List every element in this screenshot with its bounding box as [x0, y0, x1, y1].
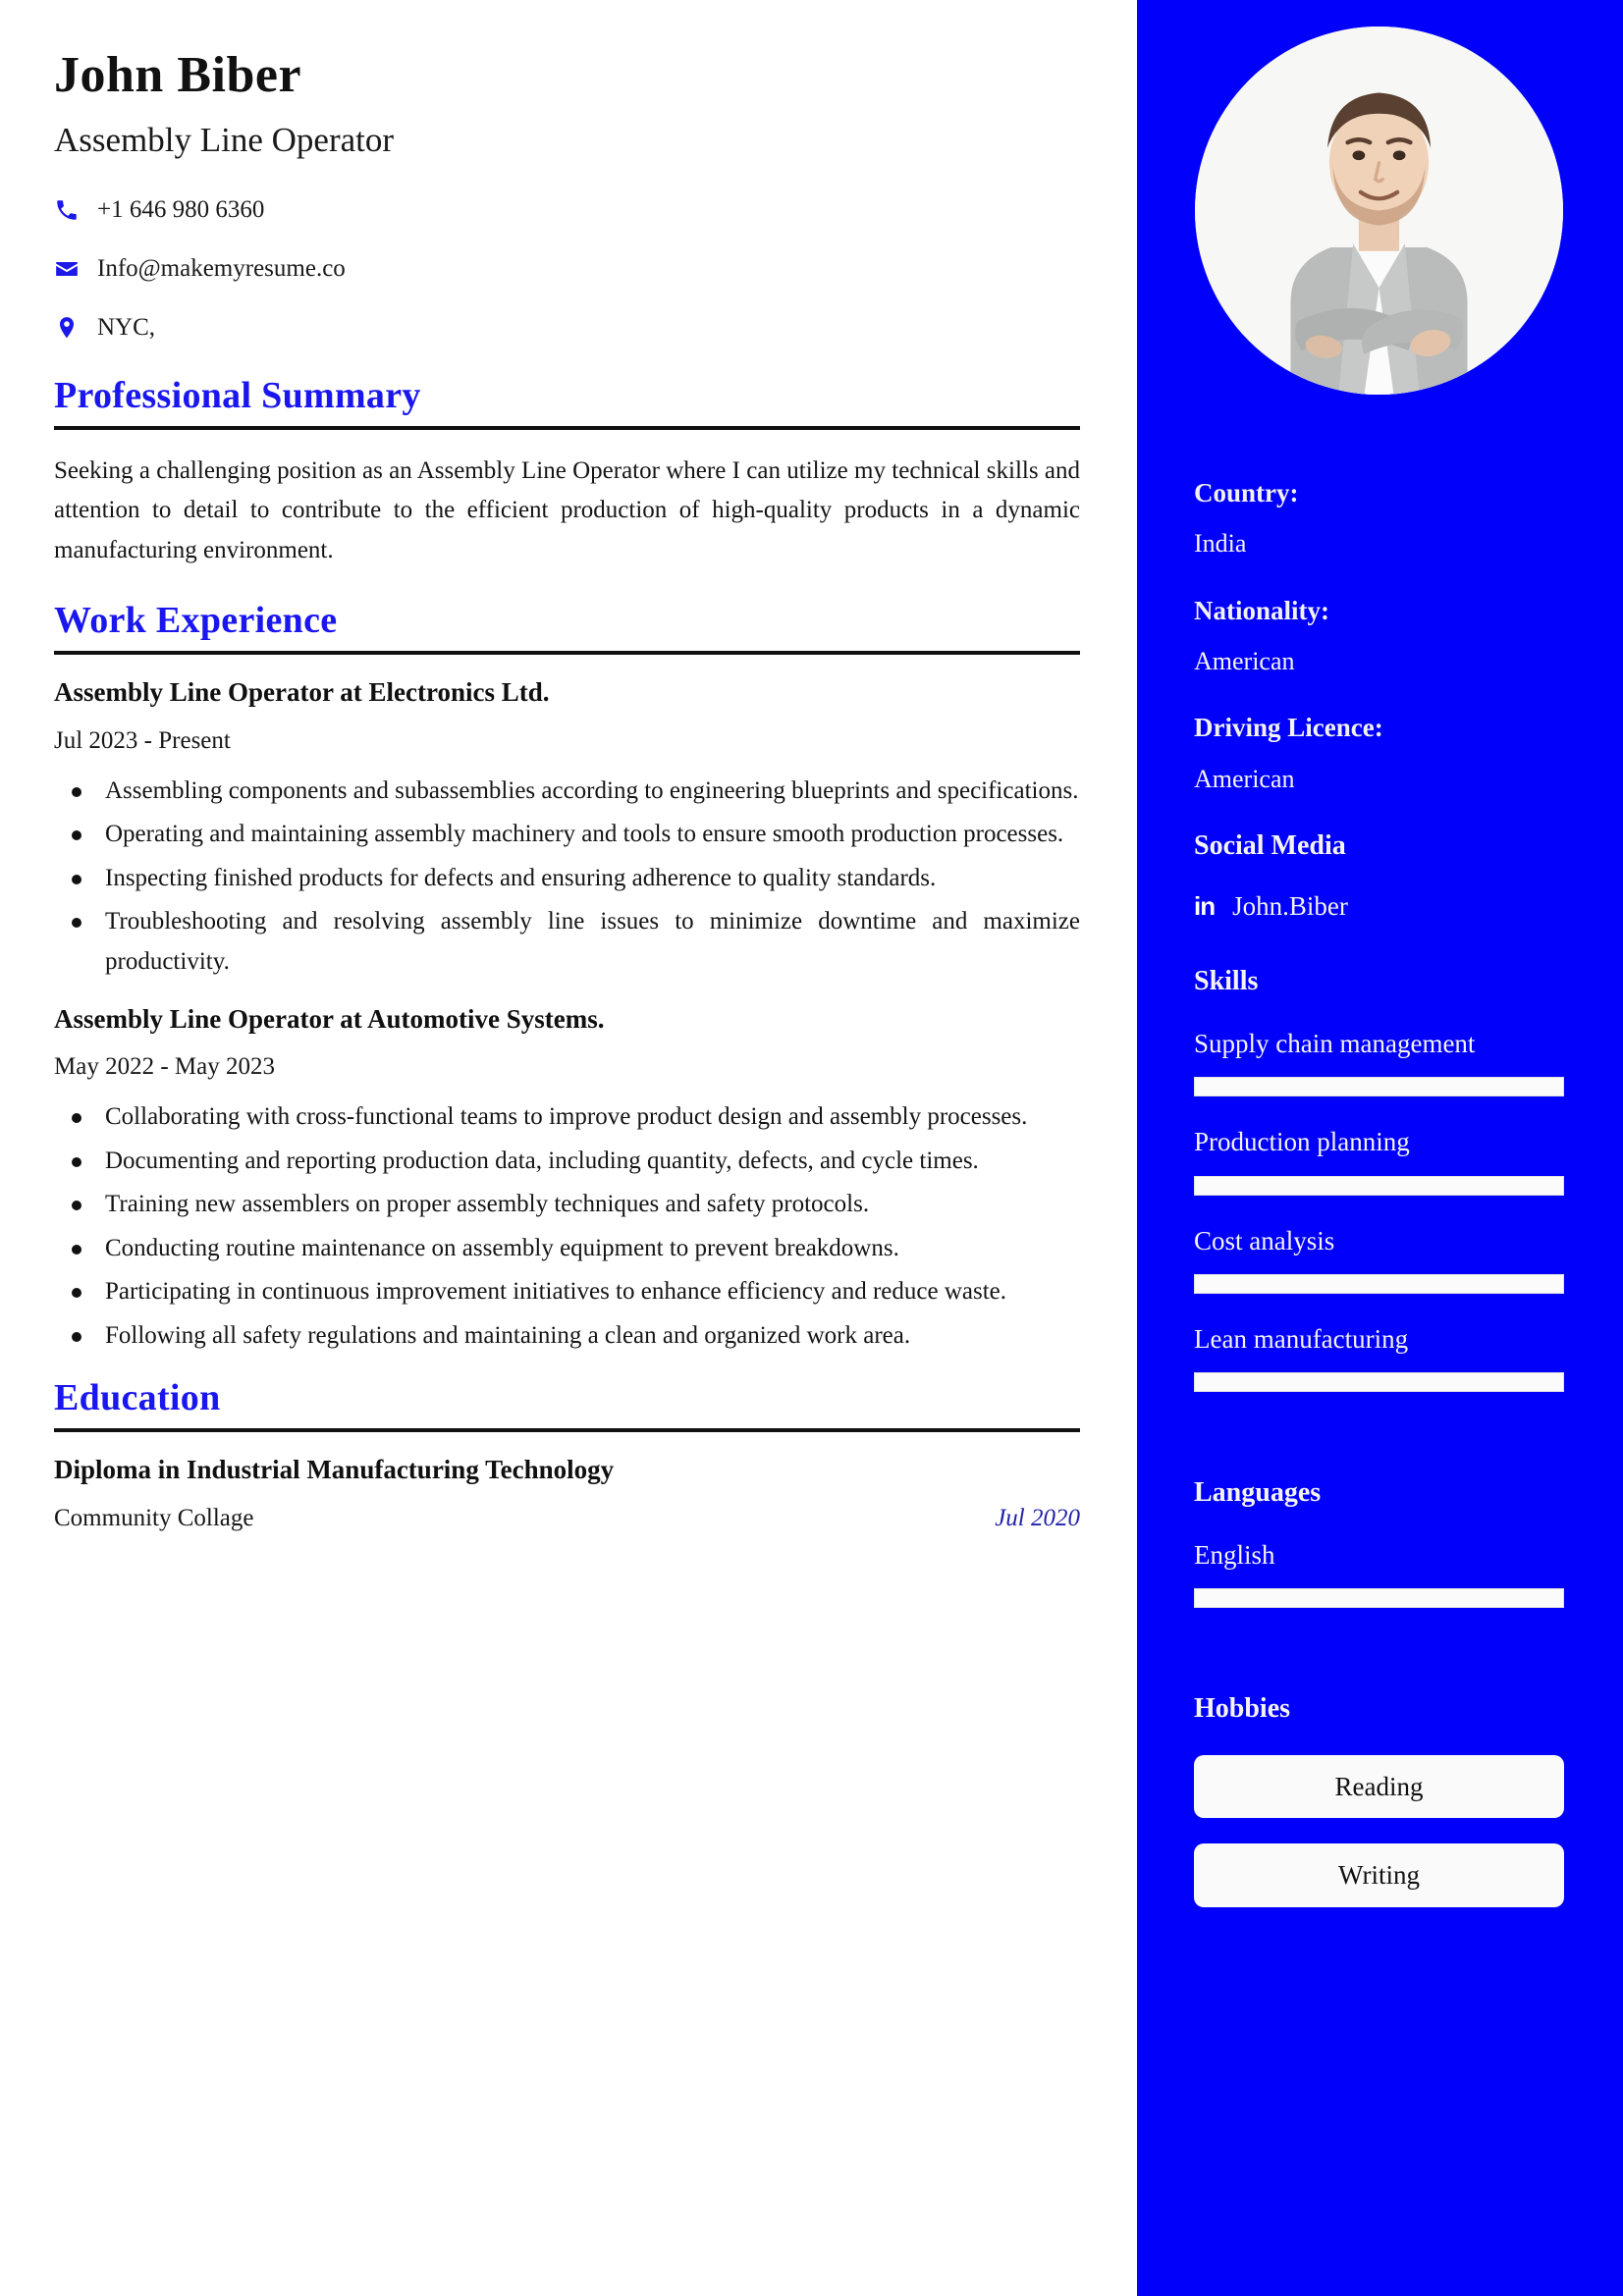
detail-label: Country:	[1194, 478, 1299, 507]
main-column: John Biber Assembly Line Operator +1 646…	[0, 0, 1137, 2296]
detail-label: Nationality:	[1194, 595, 1329, 625]
education-date: Jul 2020	[995, 1505, 1080, 1532]
contact-phone-value: +1 646 980 6360	[97, 196, 265, 224]
detail-value: American	[1194, 646, 1295, 675]
job-entry: Assembly Line Operator at Automotive Sys…	[54, 1003, 1080, 1356]
job-bullet: Inspecting finished products for defects…	[54, 859, 1080, 899]
section-title-summary: Professional Summary	[54, 375, 421, 417]
skill-item: Cost analysis	[1194, 1225, 1564, 1295]
skill-label: Production planning	[1194, 1127, 1410, 1157]
skill-label: Lean manufacturing	[1194, 1324, 1409, 1355]
job-dates: Jul 2023 - Present	[54, 726, 231, 754]
section-title-work: Work Experience	[54, 600, 338, 642]
language-bar	[1194, 1588, 1564, 1609]
section-work-experience: Work Experience	[54, 600, 1080, 656]
job-bullet: Assembling components and subassemblies …	[54, 772, 1080, 812]
job-bullet: Training new assemblers on proper assemb…	[54, 1185, 1080, 1225]
education-school: Community Collage	[54, 1505, 254, 1532]
sidebar-detail-country: Country: India	[1194, 477, 1564, 560]
section-education: Education	[54, 1377, 1080, 1433]
section-divider	[54, 1428, 1080, 1433]
skill-item: Lean manufacturing	[1194, 1323, 1564, 1393]
job-entry: Assembly Line Operator at Electronics Lt…	[54, 676, 1080, 982]
education-degree: Diploma in Industrial Manufacturing Tech…	[54, 1455, 615, 1485]
email-icon	[54, 256, 87, 282]
job-heading: Assembly Line Operator at Electronics Lt…	[54, 677, 550, 708]
candidate-name: John Biber	[54, 47, 302, 103]
skill-bar	[1194, 1372, 1564, 1393]
job-bullet-list: Collaborating with cross-functional team…	[54, 1097, 1080, 1356]
avatar	[1195, 27, 1563, 395]
detail-value: American	[1194, 764, 1295, 793]
contact-location-value: NYC,	[97, 314, 156, 342]
skill-item: Supply chain management	[1194, 1028, 1564, 1097]
summary-paragraph: Seeking a challenging position as an Ass…	[54, 456, 1080, 563]
sidebar-heading-skills: Skills	[1194, 966, 1259, 997]
job-bullet: Operating and maintaining assembly machi…	[54, 815, 1080, 855]
avatar-wrapper	[1194, 0, 1564, 395]
sidebar-heading-hobbies: Hobbies	[1194, 1693, 1291, 1725]
skill-item: Production planning	[1194, 1126, 1564, 1196]
job-bullet: Collaborating with cross-functional team…	[54, 1097, 1080, 1138]
job-dates: May 2022 - May 2023	[54, 1053, 275, 1081]
education-entry: Diploma in Industrial Manufacturing Tech…	[54, 1454, 1080, 1532]
job-bullet: Documenting and reporting production dat…	[54, 1142, 1080, 1182]
contact-phone[interactable]: +1 646 980 6360	[54, 181, 1080, 240]
hobby-chip-writing[interactable]: Writing	[1194, 1843, 1564, 1907]
language-label: English	[1194, 1540, 1275, 1571]
sidebar-heading-languages: Languages	[1194, 1477, 1322, 1509]
education-meta-row: Community Collage Jul 2020	[54, 1505, 1080, 1532]
skill-bar	[1194, 1274, 1564, 1295]
sidebar-detail-driving-licence: Driving Licence: American	[1194, 712, 1564, 794]
skill-label: Cost analysis	[1194, 1225, 1335, 1255]
sidebar-heading-social-media: Social Media	[1194, 829, 1346, 861]
detail-label: Driving Licence:	[1194, 713, 1383, 743]
skill-label: Supply chain management	[1194, 1028, 1476, 1058]
contact-email-value: Info@makemyresume.co	[97, 255, 346, 283]
social-link-linkedin[interactable]: in John.Biber	[1194, 891, 1564, 922]
job-bullet: Participating in continuous improvement …	[54, 1272, 1080, 1312]
contact-email[interactable]: Info@makemyresume.co	[54, 240, 1080, 298]
section-divider	[54, 651, 1080, 656]
candidate-job-title: Assembly Line Operator	[54, 121, 395, 160]
skill-bar	[1194, 1077, 1564, 1097]
section-title-education: Education	[54, 1377, 221, 1419]
sidebar-detail-nationality: Nationality: American	[1194, 595, 1564, 677]
job-heading: Assembly Line Operator at Automotive Sys…	[54, 1004, 605, 1034]
section-professional-summary: Professional Summary	[54, 375, 1080, 430]
language-item: English	[1194, 1539, 1564, 1609]
resume-page: John Biber Assembly Line Operator +1 646…	[0, 0, 1623, 2296]
social-handle: John.Biber	[1232, 891, 1348, 922]
job-bullet-list: Assembling components and subassemblies …	[54, 772, 1080, 983]
contact-location[interactable]: NYC,	[54, 298, 1080, 357]
contact-list: +1 646 980 6360 Info@makemyresume.co NYC…	[54, 181, 1080, 357]
phone-icon	[54, 197, 87, 223]
detail-value: India	[1194, 529, 1247, 559]
linkedin-icon: in	[1194, 891, 1216, 922]
job-bullet: Troubleshooting and resolving assembly l…	[54, 902, 1080, 982]
avatar-photo	[1195, 27, 1563, 395]
job-bullet: Conducting routine maintenance on assemb…	[54, 1229, 1080, 1269]
skill-bar	[1194, 1175, 1564, 1196]
hobby-chip-reading[interactable]: Reading	[1194, 1755, 1564, 1819]
location-icon	[54, 315, 87, 341]
section-divider	[54, 425, 1080, 430]
job-bullet: Following all safety regulations and mai…	[54, 1316, 1080, 1357]
sidebar: Country: India Nationality: American Dri…	[1137, 0, 1623, 2296]
